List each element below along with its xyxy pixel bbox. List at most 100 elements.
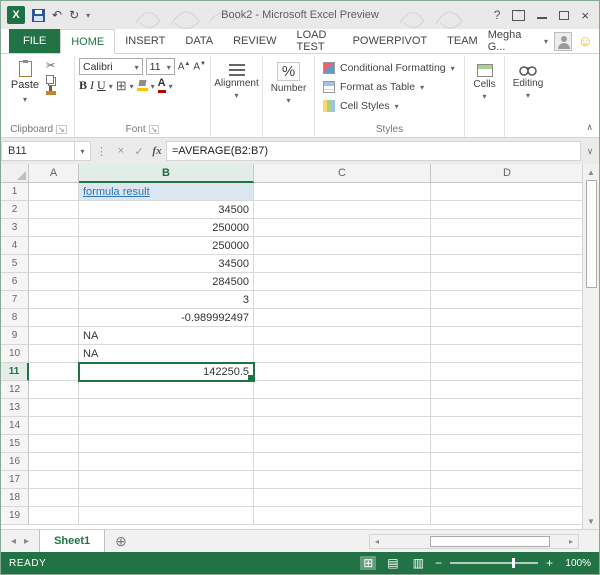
cell-D17[interactable]	[431, 471, 584, 489]
name-box[interactable]: B11	[1, 141, 75, 161]
scroll-up-icon[interactable]: ▲	[583, 164, 599, 180]
styles-button-0[interactable]: Conditional Formatting	[319, 58, 460, 77]
cell-C14[interactable]	[254, 417, 431, 435]
cell-C11[interactable]	[254, 363, 431, 381]
cell-C19[interactable]	[254, 507, 431, 525]
cell-C2[interactable]	[254, 201, 431, 219]
cell-A5[interactable]	[29, 255, 79, 273]
help-icon[interactable]: ?	[494, 8, 501, 22]
row-header-17[interactable]: 17	[1, 471, 29, 489]
sheet-nav-left-icon[interactable]: ◂	[11, 536, 16, 547]
cell-B12[interactable]	[79, 381, 254, 399]
increase-font-size-icon[interactable]: A▲	[178, 61, 191, 72]
cell-B8[interactable]: -0.989992497	[79, 309, 254, 327]
cell-A17[interactable]	[29, 471, 79, 489]
scroll-right-icon[interactable]: ▸	[564, 537, 578, 546]
cell-B9[interactable]: NA	[79, 327, 254, 345]
cell-D8[interactable]	[431, 309, 584, 327]
cell-D5[interactable]	[431, 255, 584, 273]
scroll-down-icon[interactable]: ▼	[583, 513, 599, 529]
cell-A15[interactable]	[29, 435, 79, 453]
number-group-button[interactable]: % Number	[263, 56, 315, 137]
tab-team[interactable]: TEAM	[437, 29, 488, 53]
row-header-15[interactable]: 15	[1, 435, 29, 453]
zoom-slider-thumb[interactable]	[511, 558, 515, 568]
row-header-18[interactable]: 18	[1, 489, 29, 507]
font-dialog-launcher-icon[interactable]: ↘	[148, 124, 160, 134]
insert-function-icon[interactable]: fx	[148, 145, 166, 157]
zoom-in-icon[interactable]: +	[546, 557, 553, 569]
user-name[interactable]: Megha G...	[488, 29, 538, 53]
format-painter-icon[interactable]	[46, 86, 56, 95]
font-name-select[interactable]: Calibri	[79, 58, 143, 75]
cell-B2[interactable]: 34500	[79, 201, 254, 219]
ribbon-display-options-icon[interactable]: ⌃	[512, 9, 526, 21]
zoom-level[interactable]: 100%	[561, 558, 591, 569]
borders-icon[interactable]: ⊞	[116, 79, 127, 92]
row-header-8[interactable]: 8	[1, 309, 29, 327]
page-layout-view-icon[interactable]: ▤	[384, 556, 401, 570]
cell-A7[interactable]	[29, 291, 79, 309]
row-header-2[interactable]: 2	[1, 201, 29, 219]
close-icon[interactable]: ×	[581, 8, 589, 23]
zoom-slider[interactable]	[449, 558, 538, 568]
row-header-5[interactable]: 5	[1, 255, 29, 273]
cancel-entry-icon[interactable]: ×	[112, 145, 130, 157]
cell-B1[interactable]: formula result	[79, 183, 254, 201]
tab-review[interactable]: REVIEW	[223, 29, 286, 53]
cell-D15[interactable]	[431, 435, 584, 453]
cell-B11[interactable]: 142250.5	[78, 362, 255, 382]
cell-A2[interactable]	[29, 201, 79, 219]
cell-C8[interactable]	[254, 309, 431, 327]
sheet-tab-sheet1[interactable]: Sheet1	[39, 530, 106, 552]
decrease-font-size-icon[interactable]: A▼	[193, 61, 206, 72]
minimize-icon[interactable]	[537, 11, 548, 19]
tab-insert[interactable]: INSERT	[115, 29, 175, 53]
cell-D10[interactable]	[431, 345, 584, 363]
row-header-6[interactable]: 6	[1, 273, 29, 291]
column-header-C[interactable]: C	[254, 164, 431, 183]
cell-D13[interactable]	[431, 399, 584, 417]
tab-powerpivot[interactable]: POWERPIVOT	[343, 29, 438, 53]
tab-data[interactable]: DATA	[175, 29, 223, 53]
cell-A18[interactable]	[29, 489, 79, 507]
cell-C4[interactable]	[254, 237, 431, 255]
new-sheet-icon[interactable]: ⊕	[105, 530, 137, 552]
cell-C13[interactable]	[254, 399, 431, 417]
cell-B5[interactable]: 34500	[79, 255, 254, 273]
cell-A14[interactable]	[29, 417, 79, 435]
normal-view-icon[interactable]: ⊞	[360, 556, 377, 570]
cell-B10[interactable]: NA	[79, 345, 254, 363]
cell-B7[interactable]: 3	[79, 291, 254, 309]
cell-B13[interactable]	[79, 399, 254, 417]
row-header-11[interactable]: 11	[1, 363, 29, 381]
cell-A13[interactable]	[29, 399, 79, 417]
cell-C9[interactable]	[254, 327, 431, 345]
cell-C5[interactable]	[254, 255, 431, 273]
horizontal-scroll-thumb[interactable]	[430, 535, 550, 547]
cell-D12[interactable]	[431, 381, 584, 399]
row-header-9[interactable]: 9	[1, 327, 29, 345]
vertical-scroll-thumb[interactable]	[585, 180, 597, 288]
row-header-13[interactable]: 13	[1, 399, 29, 417]
fill-color-icon[interactable]	[136, 80, 148, 91]
row-header-4[interactable]: 4	[1, 237, 29, 255]
cell-B17[interactable]	[79, 471, 254, 489]
tab-load-test[interactable]: LOAD TEST	[287, 29, 343, 53]
cell-B15[interactable]	[79, 435, 254, 453]
row-header-1[interactable]: 1	[1, 183, 29, 201]
row-header-7[interactable]: 7	[1, 291, 29, 309]
cell-A10[interactable]	[29, 345, 79, 363]
row-header-19[interactable]: 19	[1, 507, 29, 525]
cell-A16[interactable]	[29, 453, 79, 471]
cell-D3[interactable]	[431, 219, 584, 237]
cell-C7[interactable]	[254, 291, 431, 309]
italic-button[interactable]: I	[90, 78, 94, 93]
font-color-icon[interactable]: A	[157, 78, 166, 93]
cell-B16[interactable]	[79, 453, 254, 471]
horizontal-scrollbar[interactable]: ◂ ▸	[369, 533, 579, 549]
cell-D19[interactable]	[431, 507, 584, 525]
sheet-nav-right-icon[interactable]: ▸	[24, 536, 29, 547]
cell-C10[interactable]	[254, 345, 431, 363]
cell-C15[interactable]	[254, 435, 431, 453]
